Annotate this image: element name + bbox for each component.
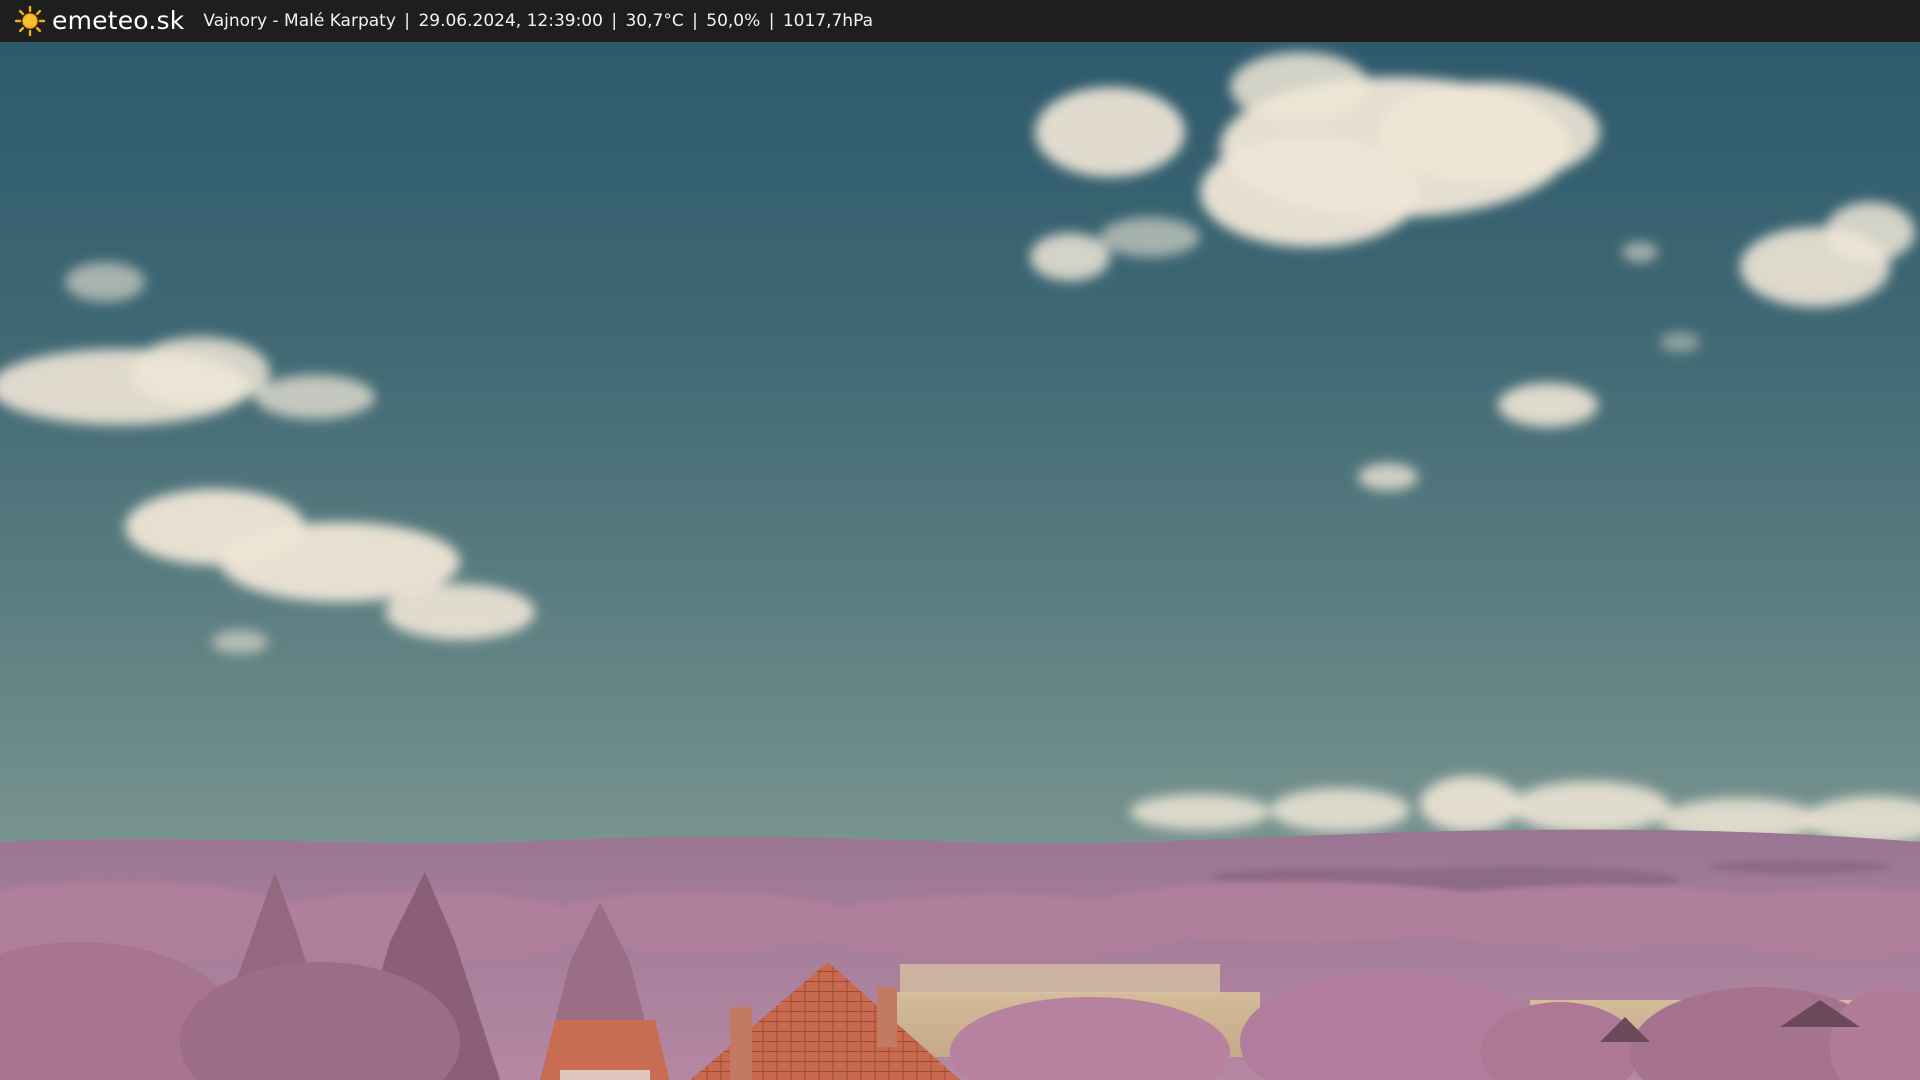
- sky: [0, 42, 1920, 862]
- humidity-text: 50,0%: [706, 11, 761, 31]
- top-bar: emeteo.sk Vajnory - Malé Karpaty | 29.06…: [0, 0, 1920, 42]
- site-logo[interactable]: emeteo.sk: [14, 0, 184, 42]
- separator: |: [692, 11, 698, 31]
- house-left: [540, 1020, 670, 1080]
- field: [900, 964, 1220, 994]
- separator: |: [768, 11, 775, 31]
- sun-icon: [14, 5, 46, 37]
- pressure-text: 1017,7hPa: [782, 11, 873, 31]
- datetime-text: 29.06.2024, 12:39:00: [418, 11, 603, 31]
- brand-name[interactable]: emeteo.sk: [52, 0, 184, 42]
- location-text: Vajnory - Malé Karpaty: [203, 11, 396, 31]
- temperature-text: 30,7°C: [625, 11, 684, 31]
- separator: |: [404, 11, 411, 31]
- separator: |: [611, 11, 618, 31]
- webcam-image: [0, 42, 1920, 1080]
- weather-caption: Vajnory - Malé Karpaty | 29.06.2024, 12:…: [203, 0, 873, 42]
